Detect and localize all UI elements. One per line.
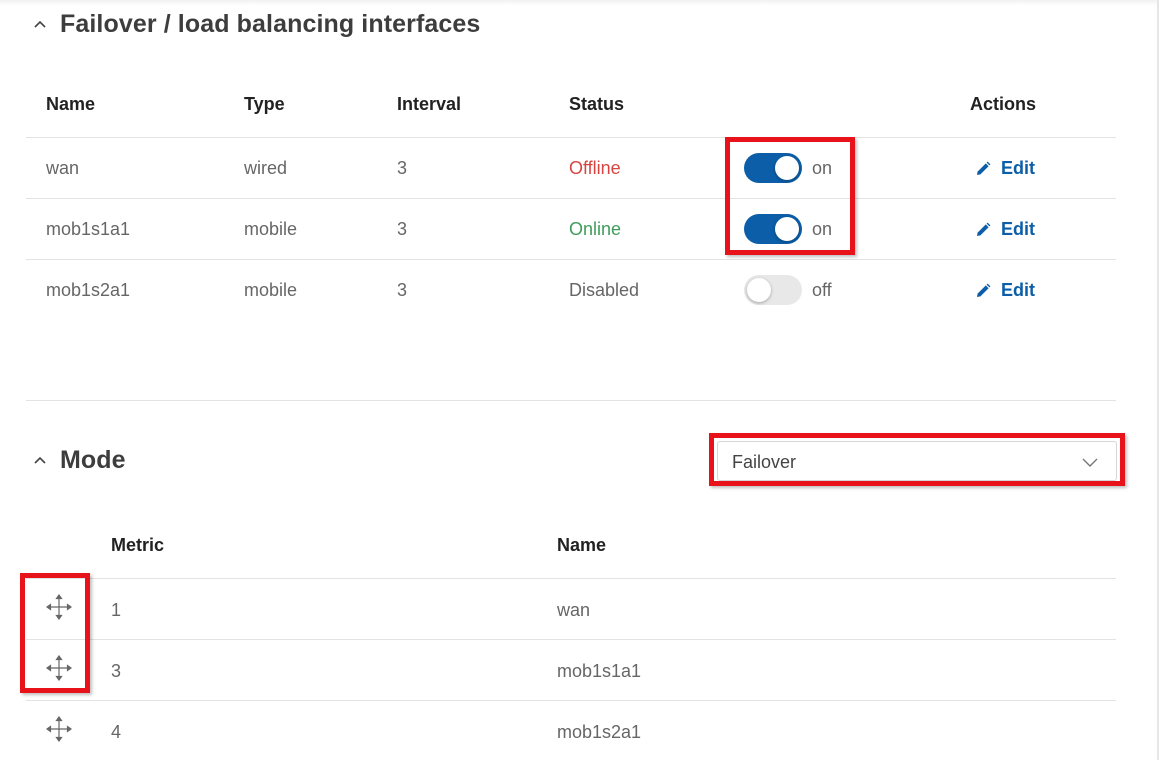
row-name: wan xyxy=(557,600,591,620)
pencil-icon xyxy=(977,222,991,236)
row-type: mobile xyxy=(244,280,298,300)
table-divider xyxy=(26,578,1116,579)
row-name: wan xyxy=(46,158,80,178)
edit-button-mob1s1a1[interactable]: Edit xyxy=(975,219,1035,240)
row-name: mob1s1a1 xyxy=(46,219,131,239)
col-status-header: Status xyxy=(569,94,625,114)
row-name: mob1s2a1 xyxy=(557,722,642,742)
row-divider xyxy=(26,639,1116,640)
row-interval: 3 xyxy=(397,219,408,239)
row-metric: 1 xyxy=(111,600,122,620)
top-shadow xyxy=(0,0,1157,6)
pencil-icon xyxy=(977,283,991,297)
toggle-knob xyxy=(747,278,771,302)
enable-toggle-mob1s2a1[interactable] xyxy=(744,275,802,305)
section-divider xyxy=(26,400,1116,401)
row-name: mob1s2a1 xyxy=(46,280,131,300)
edit-label: Edit xyxy=(1001,280,1035,300)
failover-section-title: Failover / load balancing interfaces xyxy=(60,10,481,38)
toggle-state-label: off xyxy=(812,280,832,300)
row-type: wired xyxy=(244,158,288,178)
col-metric-header: Metric xyxy=(111,535,165,555)
chevron-up-icon[interactable] xyxy=(28,449,52,473)
row-metric: 4 xyxy=(111,722,122,742)
select-highlight-box xyxy=(709,433,1125,486)
move-arrows-icon[interactable] xyxy=(45,715,73,743)
row-status: Online xyxy=(569,219,622,239)
drag-highlight-box xyxy=(20,573,90,693)
col-name-header: Name xyxy=(46,94,96,114)
col-actions-header: Actions xyxy=(970,94,1037,114)
toggle-highlight-box xyxy=(725,137,855,255)
row-divider xyxy=(26,259,1116,260)
col-name-header: Name xyxy=(557,535,607,555)
edit-label: Edit xyxy=(1001,219,1035,239)
row-name: mob1s1a1 xyxy=(557,661,642,681)
mode-section-header[interactable]: Mode xyxy=(28,446,126,475)
failover-section-header[interactable]: Failover / load balancing interfaces xyxy=(28,10,480,39)
edit-button-wan[interactable]: Edit xyxy=(975,158,1035,179)
row-divider xyxy=(26,198,1116,199)
edit-button-mob1s2a1[interactable]: Edit xyxy=(975,280,1035,301)
row-divider xyxy=(26,700,1116,701)
row-metric: 3 xyxy=(111,661,122,681)
edit-label: Edit xyxy=(1001,158,1035,178)
mode-section-title: Mode xyxy=(60,446,126,474)
row-interval: 3 xyxy=(397,158,408,178)
col-interval-header: Interval xyxy=(397,94,462,114)
row-type: mobile xyxy=(244,219,298,239)
table-divider xyxy=(26,137,1116,138)
col-type-header: Type xyxy=(244,94,285,114)
chevron-up-icon[interactable] xyxy=(28,13,52,37)
pencil-icon xyxy=(977,161,991,175)
row-status: Disabled xyxy=(569,280,640,300)
row-status: Offline xyxy=(569,158,621,178)
row-interval: 3 xyxy=(397,280,408,300)
